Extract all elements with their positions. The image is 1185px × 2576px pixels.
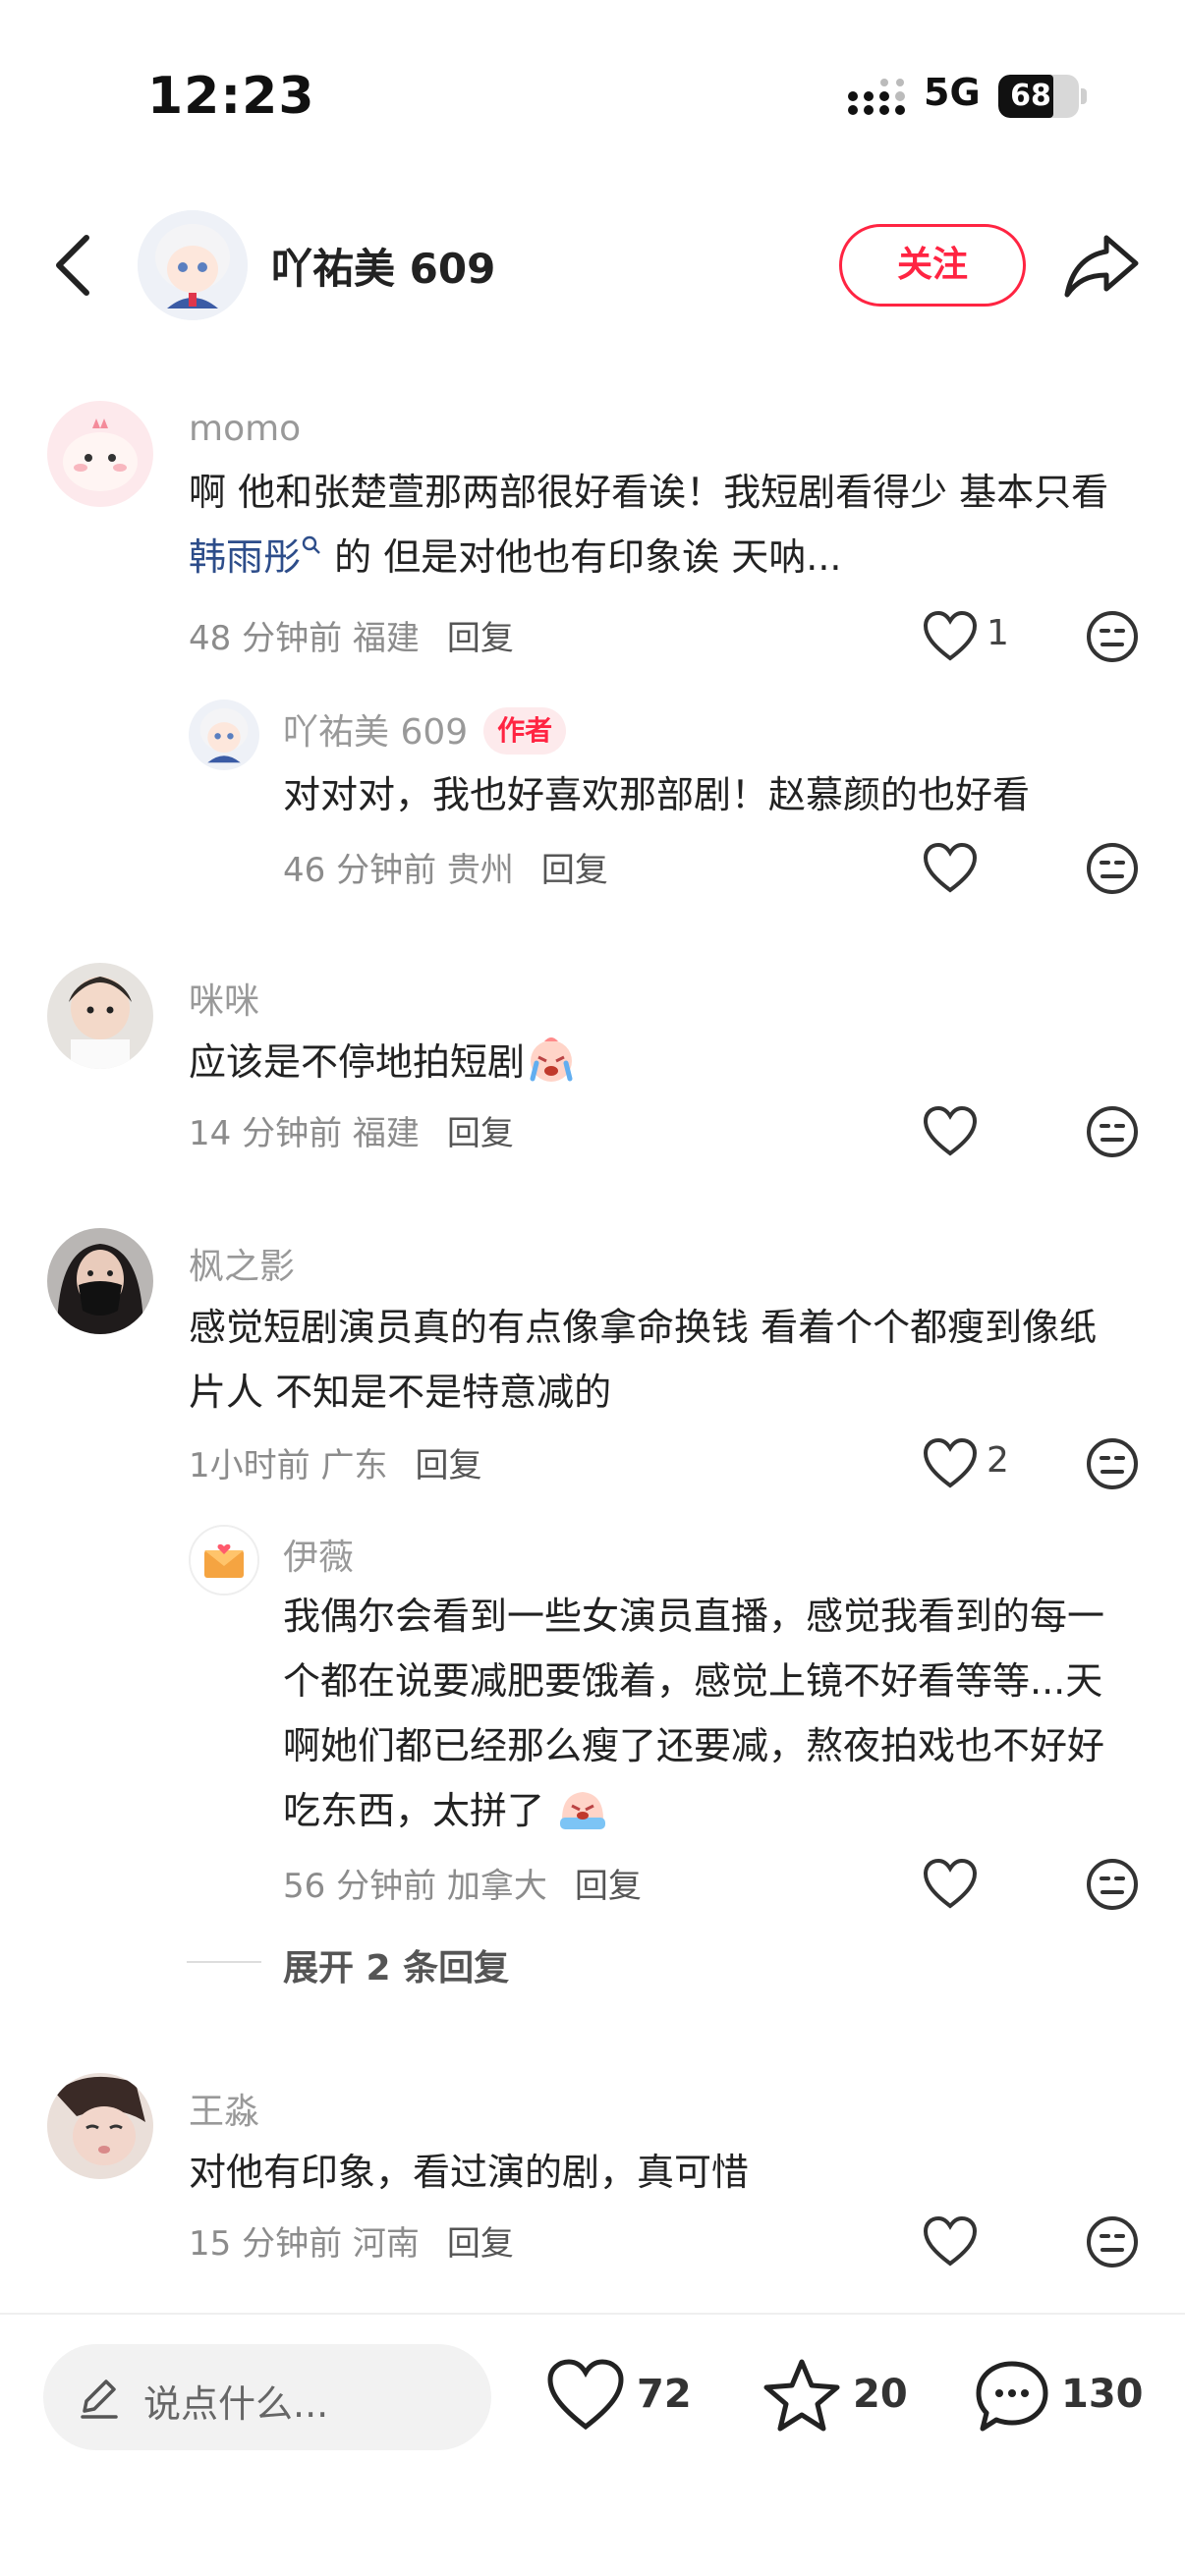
comment-meta: 15 分钟前 河南 回复: [189, 2224, 514, 2264]
mention-link[interactable]: 韩雨彤: [189, 535, 301, 579]
avatar[interactable]: [47, 401, 153, 507]
avatar[interactable]: [47, 2073, 153, 2179]
heart-icon[interactable]: [922, 609, 979, 662]
comment-username[interactable]: 伊薇: [283, 1529, 354, 1580]
reply-button[interactable]: 回复: [447, 619, 514, 658]
dislike-icon[interactable]: [1085, 841, 1140, 896]
post-favorite-count: 20: [853, 2372, 908, 2417]
share-icon[interactable]: [1059, 224, 1144, 307]
comment-username[interactable]: 吖祐美 609 作者: [283, 703, 567, 755]
avatar[interactable]: [47, 1228, 153, 1334]
follow-button[interactable]: 关注: [839, 224, 1026, 307]
comment-text: 啊 他和张楚萱那两部很好看诶！我短剧看得少 基本只看 韩雨彤 的 但是对他也有印…: [189, 471, 1109, 579]
comment-username[interactable]: 王淼: [189, 2083, 259, 2134]
comment-text: 对对对，我也好喜欢那部剧！赵慕颜的也好看: [283, 773, 1031, 816]
avatar[interactable]: [47, 963, 153, 1069]
dislike-icon[interactable]: [1085, 1857, 1140, 1912]
comment-bubble-icon: [976, 2361, 1048, 2432]
dislike-icon[interactable]: [1085, 1436, 1140, 1491]
status-bar: 12:23 5G 68: [0, 0, 1185, 187]
post-header: 吖祐美 609 关注: [0, 196, 1185, 334]
comment-text: 感觉短剧演员真的有点像拿命换钱 看着个个都瘦到像纸片人 不知是不是特意减的: [189, 1306, 1098, 1414]
comment-meta: 1小时前 广东 回复: [189, 1446, 482, 1485]
reply-button[interactable]: 回复: [447, 1114, 514, 1153]
comment-text: 我偶尔会看到一些女演员直播，感觉我看到的每一个都在说要减肥要饿着，感觉上镜不好看…: [283, 1595, 1105, 1832]
reply-button[interactable]: 回复: [447, 2224, 514, 2264]
reply-button[interactable]: 回复: [541, 851, 608, 890]
avatar[interactable]: [189, 1525, 259, 1596]
network-label: 5G: [924, 71, 981, 114]
dislike-icon[interactable]: [1085, 1104, 1140, 1159]
reply-button[interactable]: 回复: [575, 1867, 642, 1906]
battery-level: 68: [1010, 79, 1051, 113]
heart-icon: [547, 2359, 624, 2431]
pen-icon: [81, 2380, 118, 2419]
status-time: 12:23: [147, 67, 315, 126]
heart-icon[interactable]: [922, 1857, 979, 1910]
comment-username[interactable]: momo: [189, 409, 301, 449]
comment-username[interactable]: 枫之影: [189, 1238, 295, 1289]
expand-replies-button[interactable]: 展开 2 条回复: [283, 1939, 509, 1990]
search-icon: [302, 535, 320, 554]
like-count: 1: [987, 613, 1009, 653]
like-count: 2: [987, 1440, 1009, 1481]
heart-icon[interactable]: [922, 2214, 979, 2268]
comment-input-placeholder: 说点什么...: [143, 2382, 329, 2426]
author-badge: 作者: [483, 707, 567, 755]
comment-text: 对他有印象，看过演的剧，真可惜: [189, 2151, 750, 2194]
like-post-button[interactable]: 72: [546, 2358, 694, 2436]
author-avatar[interactable]: [138, 210, 248, 320]
heart-icon[interactable]: [922, 841, 979, 894]
comment-meta: 48 分钟前 福建 回复: [189, 619, 514, 658]
comment-text: 应该是不停地拍短剧: [189, 1030, 1132, 1094]
post-like-count: 72: [637, 2372, 692, 2417]
bottom-action-bar: 说点什么... 72 20 130: [0, 2315, 1185, 2511]
dislike-icon[interactable]: [1085, 609, 1140, 664]
battery-icon: 68: [998, 75, 1079, 118]
comment-meta: 56 分钟前 加拿大 回复: [283, 1867, 642, 1906]
signal-icon: [848, 79, 905, 115]
heart-icon[interactable]: [922, 1436, 979, 1489]
reply-button[interactable]: 回复: [415, 1446, 481, 1485]
crying-emoji-icon: [530, 1037, 573, 1082]
back-icon[interactable]: [39, 228, 108, 303]
author-name[interactable]: 吖祐美 609: [271, 236, 495, 296]
post-comment-count: 130: [1061, 2372, 1144, 2417]
comment-input[interactable]: 说点什么...: [43, 2344, 491, 2450]
star-icon: [763, 2359, 840, 2432]
crying-emoji-icon: [560, 1792, 606, 1829]
comment-meta: 14 分钟前 福建 回复: [189, 1114, 514, 1153]
dislike-icon[interactable]: [1085, 2214, 1140, 2269]
heart-icon[interactable]: [922, 1104, 979, 1157]
avatar[interactable]: [189, 700, 259, 770]
comment-username[interactable]: 咪咪: [189, 973, 259, 1024]
comment-meta: 46 分钟前 贵州 回复: [283, 851, 608, 890]
expand-divider: [187, 1961, 261, 1963]
favorite-post-button[interactable]: 20: [762, 2358, 910, 2436]
comment-post-button[interactable]: 130: [973, 2358, 1150, 2436]
